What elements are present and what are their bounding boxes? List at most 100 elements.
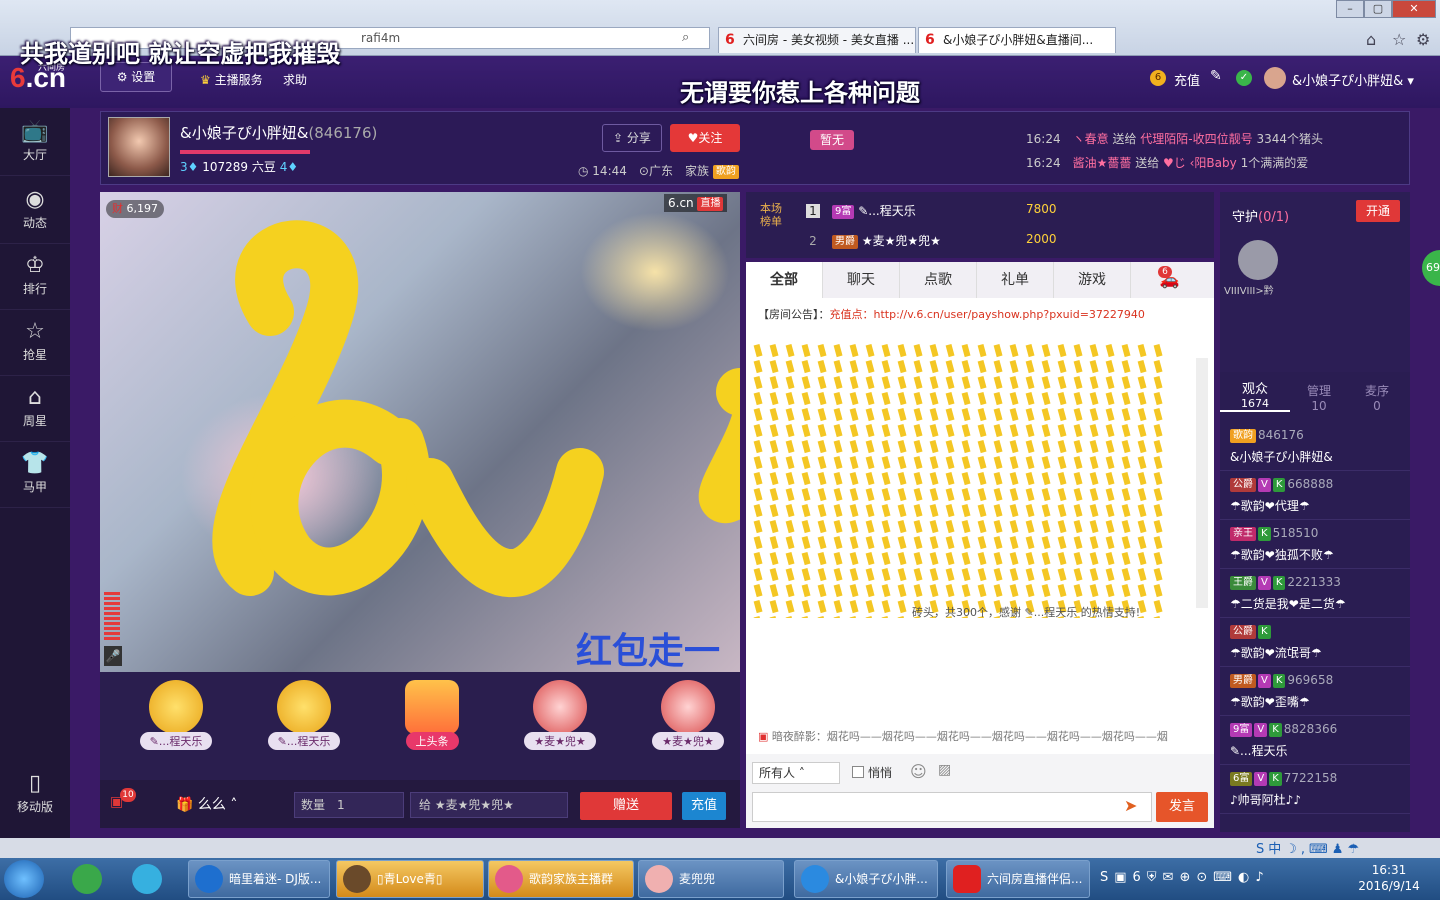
system-tray-icons[interactable]: S▣6⛨✉⊕⊙⌨◐♪ [1100, 870, 1270, 885]
red-envelope-banner[interactable]: 红包走一 [576, 622, 720, 672]
taskbar-label: 暗里着迷- DJ版... [229, 872, 322, 886]
gift-item[interactable]: ★麦★兜★ [512, 680, 608, 766]
browser-tab-lobby[interactable]: 6 六间房 - 美女视频 - 美女直播 ... [718, 27, 916, 53]
gift-item[interactable]: ★麦★兜★ [640, 680, 736, 766]
audience-user-row[interactable]: 6富 V K 7722158 ♪帅哥阿杜♪♪ [1220, 765, 1410, 814]
tab-all[interactable]: 全部 [746, 262, 823, 298]
taskbar-item[interactable]: 暗里着迷- DJ版... [188, 860, 330, 898]
check-icon[interactable]: ✓ [1236, 70, 1252, 86]
feed-to[interactable]: 代理陌陌-收四位靓号 [1140, 132, 1252, 146]
ime-toolbar[interactable]: S中☽,⌨♟☂ [1256, 838, 1436, 858]
open-guard-button[interactable]: 开通 [1356, 200, 1400, 222]
user-avatar[interactable] [1264, 67, 1286, 89]
audience-user-row[interactable]: 王爵 V K 2221333 ☂二货是我❤是二货☂ [1220, 569, 1410, 618]
help-link[interactable]: 求助 [283, 71, 307, 88]
tab-chat[interactable]: 聊天 [823, 262, 900, 298]
user-id: 8828366 [1283, 722, 1338, 736]
ie-browser-icon [801, 865, 829, 893]
anchor-service-link[interactable]: ♛ 主播服务 [200, 71, 263, 88]
image-icon[interactable]: ▨ [938, 762, 951, 778]
browser-status-bar [0, 838, 1440, 858]
sidebar-item-grab-star[interactable]: ☆ 抢星 [0, 310, 70, 376]
audience-user-row[interactable]: 歌韵 846176 &小娘子ぴ小胖妞& [1220, 422, 1410, 471]
edit-icon[interactable]: ✎ [1210, 68, 1222, 84]
minimize-button[interactable]: – [1336, 0, 1364, 18]
recharge-link[interactable]: 充值 [1174, 70, 1200, 89]
family-badge[interactable]: 歌韵 [712, 164, 739, 179]
tv-icon: 📺 [21, 119, 49, 144]
search-icon[interactable]: ⌕ [682, 30, 689, 45]
coin-icon: 6 [1150, 70, 1166, 86]
audience-user-row[interactable]: 亲王 K 518510 ☂歌韵❤独孤不败☂ [1220, 520, 1410, 569]
anchor-avatar[interactable] [108, 117, 170, 177]
sidebar-label: 抢星 [22, 348, 47, 362]
send-gift-button[interactable]: 赠送 [580, 792, 672, 820]
whisper-checkbox[interactable] [852, 766, 864, 778]
guard-count: (0/1) [1258, 210, 1290, 225]
gift-selector[interactable]: 🎁 么么 ˄ [176, 794, 237, 814]
feed-from[interactable]: ヽ春意 [1073, 132, 1109, 146]
emoji-icon[interactable]: ☺ [910, 762, 927, 781]
sidebar-item-rank[interactable]: ♔ 排行 [0, 244, 70, 310]
settings-gear-icon[interactable]: ⚙ [1416, 30, 1430, 49]
guard-member-name[interactable]: VIIIVIII>黔 [1224, 282, 1274, 297]
guard-title: 守护(0/1) [1232, 206, 1289, 225]
send-message-button[interactable]: 发言 [1156, 792, 1208, 822]
sidebar-label: 周星 [22, 414, 47, 428]
clock[interactable]: 16:31 2016/9/14 [1356, 862, 1422, 894]
recipient-label: 给 [419, 798, 432, 812]
follow-button[interactable]: ♥关注 [670, 124, 740, 152]
home-icon[interactable]: ⌂ [1366, 30, 1376, 49]
pinned-player-icon[interactable] [132, 864, 162, 894]
chat-message-input[interactable] [752, 792, 1152, 822]
quantity-input[interactable]: 数量 1 [294, 792, 404, 818]
user-badge: V [1254, 771, 1268, 786]
feed-to[interactable]: ♥じ ‹阳Baby [1163, 156, 1237, 170]
audience-user-row[interactable]: 公爵 K ☂歌韵❤流氓哥☂ [1220, 618, 1410, 667]
taskbar-item[interactable]: ▯青Love青▯ [336, 860, 484, 898]
taskbar-item[interactable]: 麦兜兜 [638, 860, 784, 898]
maximize-button[interactable]: ▢ [1364, 0, 1392, 18]
recharge-button[interactable]: 充值 [682, 792, 726, 820]
user-menu[interactable]: &小娘子ぴ小胖妞& ▾ [1292, 70, 1414, 89]
feed-from[interactable]: 酱油★薔薔 [1073, 156, 1132, 170]
taskbar-item[interactable]: &小娘子ぴ小胖... [794, 860, 938, 898]
audience-user-row[interactable]: 男爵 V K 969658 ☂歌韵❤歪嘴☂ [1220, 667, 1410, 716]
sidebar-item-vest[interactable]: 👕 马甲 [0, 442, 70, 508]
recipient-select[interactable]: 给 ★麦★兜★兜★ [410, 792, 568, 818]
guard-avatar[interactable] [1238, 240, 1278, 280]
feed-time: 16:24 [1026, 156, 1061, 170]
recipient-dropdown[interactable]: 所有人 ˄ [752, 762, 840, 784]
gift-item[interactable]: 上头条 [384, 680, 480, 766]
microphone-icon[interactable]: 🎤 [104, 646, 122, 666]
tab-mic-queue[interactable]: 麦序 0 [1344, 382, 1410, 413]
gift-item[interactable]: ✎...程天乐 [128, 680, 224, 766]
rank-row[interactable]: 1 9富 ✎...程天乐 7800 [806, 202, 1196, 219]
rank-row[interactable]: 2 男爵 ★麦★兜★兜★ 2000 [806, 232, 1196, 249]
pinned-app-icon[interactable] [72, 864, 102, 894]
taskbar-item[interactable]: 六间房直播伴侣... [946, 860, 1090, 898]
video-player[interactable]: 财 6,197 6.cn 直播 🎤 红包走一 [100, 192, 740, 672]
sidebar-item-mobile[interactable]: ▯ 移动版 [0, 762, 70, 828]
favorite-star-icon[interactable]: ☆ [1392, 30, 1406, 49]
audience-user-row[interactable]: 9富 V K 8828366 ✎...程天乐 [1220, 716, 1410, 765]
sidebar-item-week-star[interactable]: ⌂ 周星 [0, 376, 70, 442]
tab-audience[interactable]: 观众 1674 [1220, 378, 1290, 412]
close-window-button[interactable]: ✕ [1392, 0, 1436, 18]
share-button[interactable]: ⇪ 分享 [602, 124, 662, 152]
notice-link[interactable]: 充值点：http://v.6.cn/user/payshow.php?pxuid… [830, 308, 1145, 321]
send-arrow-icon[interactable]: ➤ [1124, 796, 1137, 815]
gift-item[interactable]: ✎...程天乐 [256, 680, 352, 766]
sidebar-item-news[interactable]: ◉ 动态 [0, 178, 70, 244]
browser-tab-room[interactable]: 6 &小娘子ぴ小胖妞&直播间... [918, 27, 1116, 53]
sidebar-item-hall[interactable]: 📺 大厅 [0, 110, 70, 176]
tab-games[interactable]: 游戏 [1054, 262, 1131, 298]
start-button[interactable] [4, 860, 44, 898]
user-name: &小娘子ぴ小胖妞& [1230, 450, 1333, 464]
audience-user-row[interactable]: 公爵 V K 668888 ☂歌韵❤代理☂ [1220, 471, 1410, 520]
tab-gifts[interactable]: 礼单 [977, 262, 1054, 298]
chat-scrollbar[interactable] [1196, 358, 1208, 608]
side-status-badge[interactable]: 69 [1422, 250, 1440, 286]
taskbar-item[interactable]: 歌韵家族主播群 [488, 860, 634, 898]
tab-songs[interactable]: 点歌 [900, 262, 977, 298]
